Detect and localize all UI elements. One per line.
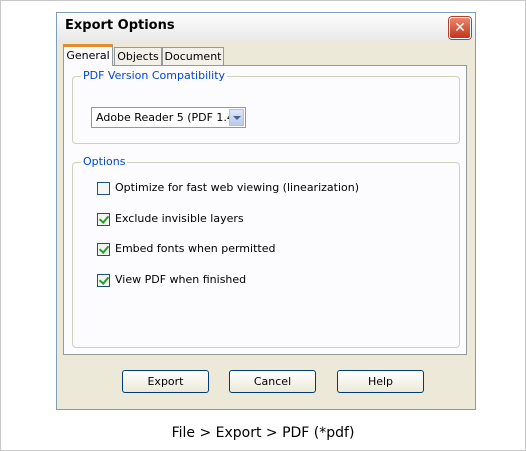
tab-general[interactable]: General <box>63 44 113 66</box>
title-bar[interactable]: Export Options ✕ <box>57 13 475 41</box>
tab-general-label: General <box>66 49 110 62</box>
pdf-version-group: PDF Version Compatibility Adobe Reader 5… <box>72 69 460 144</box>
tab-document-label: Document <box>164 50 222 63</box>
option-label: View PDF when finished <box>115 273 247 286</box>
checkbox-icon[interactable] <box>97 182 110 195</box>
option-label: Exclude invisible layers <box>115 212 244 225</box>
pdf-version-select[interactable]: Adobe Reader 5 (PDF 1.4) <box>91 107 246 128</box>
caption: File > Export > PDF (*pdf) <box>171 425 355 441</box>
close-button[interactable]: ✕ <box>449 17 471 39</box>
pdf-version-selected-value: Adobe Reader 5 (PDF 1.4) <box>96 111 239 124</box>
checkbox-icon[interactable] <box>97 243 110 256</box>
tab-objects-label: Objects <box>117 50 159 63</box>
tab-document[interactable]: Document <box>162 47 224 65</box>
options-group-label: Options <box>81 155 128 168</box>
dialog-title: Export Options <box>65 18 175 33</box>
chevron-down-icon[interactable] <box>229 109 244 126</box>
help-button[interactable]: Help <box>337 370 424 393</box>
close-icon: ✕ <box>454 20 466 36</box>
option-label: Optimize for fast web viewing (lineariza… <box>115 181 360 194</box>
option-label: Embed fonts when permitted <box>115 242 276 255</box>
export-button[interactable]: Export <box>122 370 209 393</box>
tab-objects[interactable]: Objects <box>114 47 162 65</box>
checkbox-icon[interactable] <box>97 274 110 287</box>
pdf-version-group-label: PDF Version Compatibility <box>81 69 228 82</box>
cancel-button[interactable]: Cancel <box>229 370 316 393</box>
export-options-dialog: Export Options ✕ General Objects Documen… <box>56 12 476 410</box>
checkbox-icon[interactable] <box>97 213 110 226</box>
general-tab-panel: PDF Version Compatibility Adobe Reader 5… <box>63 65 467 355</box>
options-group: Options Optimize for fast web viewing (l… <box>72 155 460 348</box>
